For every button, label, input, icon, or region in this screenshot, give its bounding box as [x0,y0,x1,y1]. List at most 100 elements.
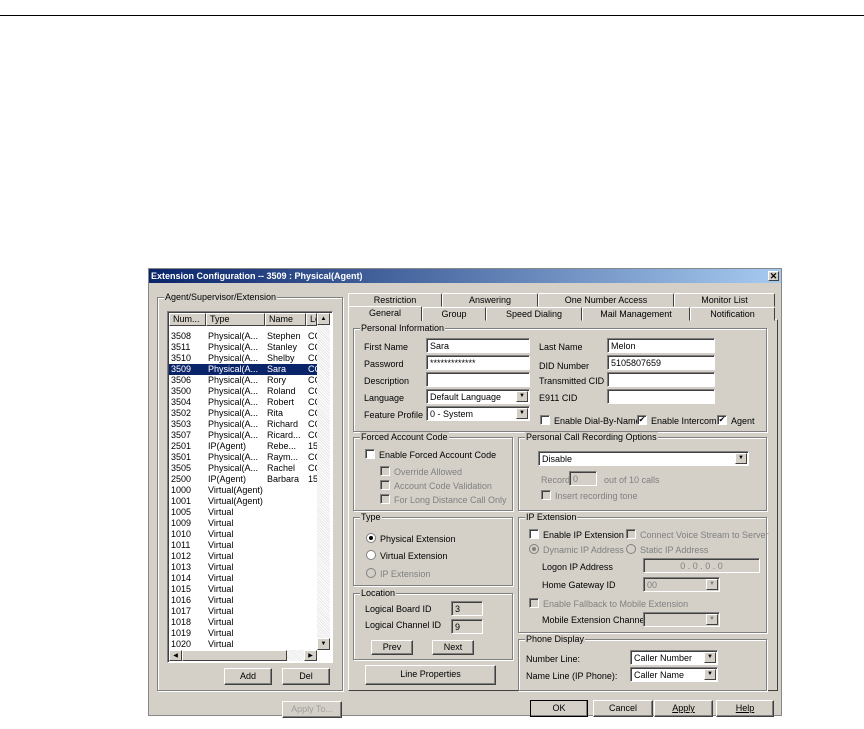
cancel-button[interactable]: Cancel [593,700,653,717]
list-item[interactable]: 1017 Virtual [169,606,317,617]
record-spinner[interactable]: 0 [569,471,597,486]
list-item[interactable]: 3511Physical(A...StanleyCC [169,342,318,353]
enable-fallback-checkbox[interactable] [529,598,539,608]
scroll-down-button[interactable]: ▼ [317,638,330,650]
chevron-down-icon[interactable]: ▼ [704,669,716,680]
physical-extension-radio[interactable] [366,533,376,543]
enable-dial-by-name-checkbox[interactable] [540,415,550,425]
add-button[interactable]: Add [224,668,272,685]
password-input[interactable]: ************* [426,355,530,370]
chevron-down-icon[interactable]: ▼ [516,391,528,402]
enable-forced-account-code-checkbox[interactable] [365,449,375,459]
list-item[interactable]: 1014 Virtual [169,573,317,584]
list-item[interactable]: 1018 Virtual [169,617,317,628]
description-input[interactable] [426,372,530,387]
list-item[interactable]: 3508Physical(A...StephenCC [169,331,318,342]
list-item[interactable]: 1013 Virtual [169,562,317,573]
list-item[interactable]: 1016 Virtual [169,595,317,606]
list-item[interactable]: 3500Physical(A...RolandCC [169,386,318,397]
override-allowed-checkbox[interactable] [380,466,390,476]
name-line-select[interactable]: Caller Name ▼ [630,667,718,682]
chevron-down-icon[interactable]: ▼ [706,614,718,625]
tab-answering[interactable]: Answering [442,293,538,307]
extension-list[interactable]: Num... Type Name Lo 3508 Physical(A... Ste… [167,311,333,663]
line-properties-button[interactable]: Line Properties [365,665,496,685]
list-item[interactable]: 1012 Virtual [169,551,317,562]
next-button[interactable]: Next [432,640,474,655]
agent-checkbox[interactable]: ✔ [717,415,727,425]
language-select[interactable]: Default Language ▼ [426,389,530,404]
close-button[interactable]: ✕ [768,271,779,281]
account-code-validation-checkbox[interactable] [380,480,390,490]
list-item[interactable]: 3507Physical(A...Ricard...CC [169,430,318,441]
chevron-down-icon[interactable]: ▼ [706,579,718,590]
list-item[interactable]: 2500 IP(Agent) Barbara 15 [169,474,318,485]
list-item[interactable]: 3502Physical(A...RitaCC [169,408,318,419]
home-gateway-select[interactable]: 00 ▼ [643,577,720,592]
list-item[interactable]: 3510Physical(A...ShelbyCC [169,353,318,364]
list-item[interactable]: 3506Physical(A...RoryCC [169,375,318,386]
help-button[interactable]: Help [716,700,774,717]
tab-group[interactable]: Group [422,307,486,321]
list-item[interactable]: 1020 Virtual [169,639,317,650]
chevron-down-icon[interactable]: ▼ [735,453,747,464]
tab-one-number-access[interactable]: One Number Access [538,293,674,307]
tab-speed-dialing[interactable]: Speed Dialing [486,307,582,321]
list-item[interactable]: 3505Physical(A...RachelCC [169,463,318,474]
tab-monitor-list[interactable]: Monitor List [674,293,775,307]
first-name-input[interactable]: Sara [426,338,530,353]
insert-recording-tone-checkbox[interactable] [541,490,551,500]
tab-restriction[interactable]: Restriction [348,293,442,307]
list-item[interactable]: 2501 IP(Agent) Rebe... 15 [169,441,318,452]
list-item[interactable]: 3501Physical(A...Raym...CC [169,452,318,463]
list-item[interactable]: 3509Physical(A...SaraCC [169,364,318,375]
tab-notification[interactable]: Notification [690,307,775,321]
feature-profile-select[interactable]: 0 - System ▼ [426,406,530,421]
ip-extension-radio[interactable] [366,568,376,578]
logon-ip-input[interactable]: 0 . 0 . 0 . 0 [643,558,760,573]
list-item[interactable]: 1009 Virtual [169,518,317,529]
scroll-left-button[interactable]: ◀ [169,650,182,661]
list-item[interactable]: 3503Physical(A...RichardCC [169,419,318,430]
did-number-input[interactable]: 5105807659 [607,355,715,370]
list-item[interactable]: 1005 Virtual [169,507,317,518]
vertical-scrollbar[interactable] [317,313,330,650]
scroll-up-button[interactable]: ▲ [317,313,330,325]
recording-mode-select[interactable]: Disable ▼ [538,451,749,466]
logical-board-input[interactable]: 3 [451,601,483,616]
transmitted-cid-input[interactable] [607,372,715,387]
list-item[interactable]: 1019 Virtual [169,628,317,639]
scroll-right-button[interactable]: ▶ [304,650,317,661]
connect-voice-stream-checkbox[interactable] [626,529,636,539]
column-header-location[interactable]: Lo [306,313,317,326]
apply-to-button[interactable]: Apply To... [282,701,342,718]
number-line-select[interactable]: Caller Number ▼ [630,650,718,665]
del-button[interactable]: Del [282,668,330,685]
list-item[interactable]: 1001 Virtual(Agent) [169,496,317,507]
list-item[interactable]: 3504Physical(A...RobertCC [169,397,318,408]
list-item[interactable]: 1010 Virtual [169,529,317,540]
prev-button[interactable]: Prev [371,640,413,655]
tab-general[interactable]: General [348,306,422,321]
chevron-down-icon[interactable]: ▼ [516,408,528,419]
horizontal-scroll-thumb[interactable] [182,650,287,661]
mobile-channel-select[interactable]: ▼ [643,612,720,627]
apply-button[interactable]: Apply [654,700,713,717]
list-item[interactable]: 1015 Virtual [169,584,317,595]
long-distance-checkbox[interactable] [380,494,390,504]
column-header-name[interactable]: Name [265,313,306,326]
column-header-num[interactable]: Num... [169,313,206,326]
virtual-extension-radio[interactable] [366,550,376,560]
column-header-type[interactable]: Type [206,313,265,326]
enable-ip-extension-checkbox[interactable] [529,529,539,539]
list-item[interactable]: 1000 Virtual(Agent) [169,485,317,496]
ok-button[interactable]: OK [530,700,588,717]
list-item[interactable]: 1011 Virtual [169,540,317,551]
logical-channel-input[interactable]: 9 [451,619,483,634]
enable-intercom-checkbox[interactable]: ✔ [637,415,647,425]
last-name-input[interactable]: Melon [607,338,715,353]
static-ip-radio[interactable] [626,544,636,554]
dynamic-ip-radio[interactable] [529,544,539,554]
e911-cid-input[interactable] [607,389,715,404]
chevron-down-icon[interactable]: ▼ [704,652,716,663]
